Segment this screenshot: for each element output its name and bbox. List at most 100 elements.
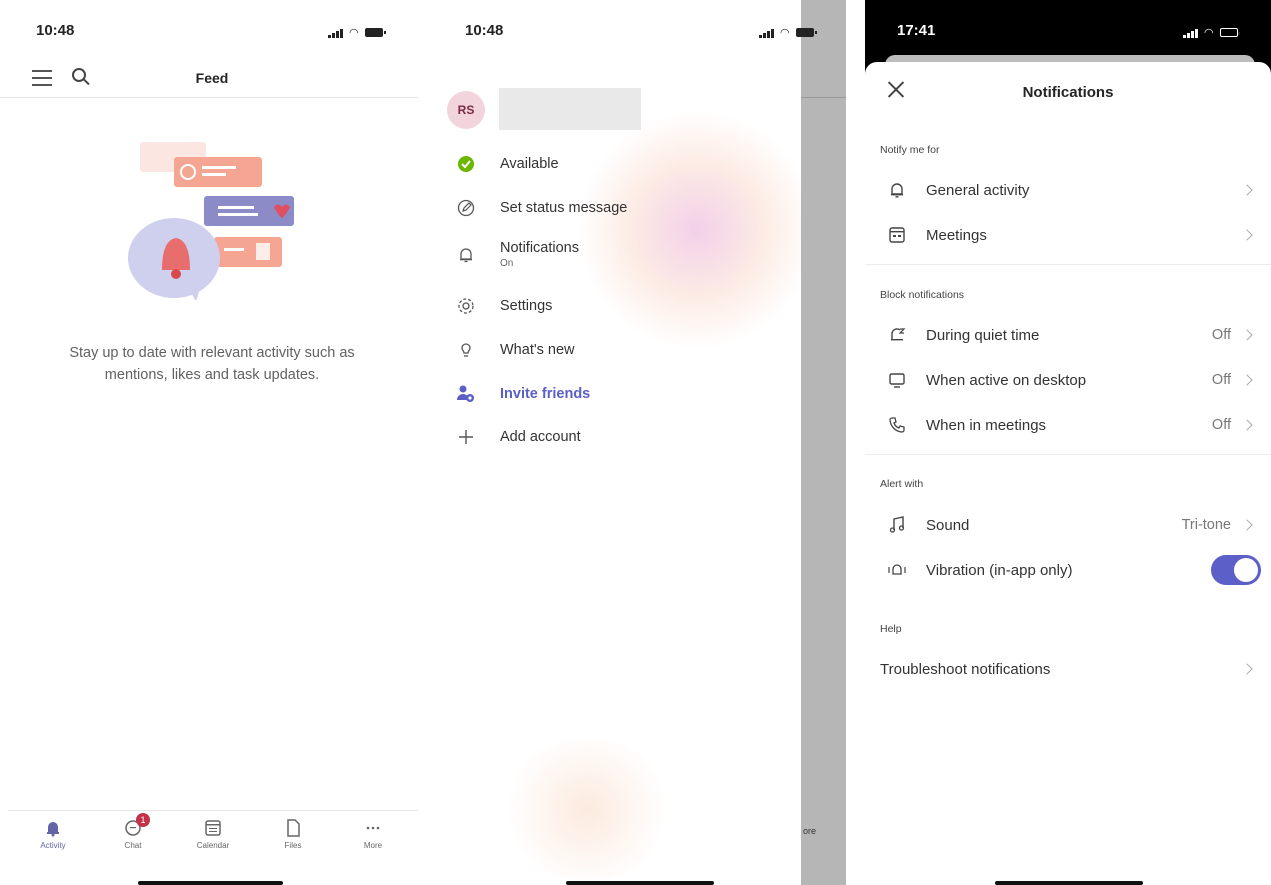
section-header-notify: Notify me for <box>880 144 940 156</box>
row-label: Troubleshoot notifications <box>880 660 1051 678</box>
row-value: Off <box>1211 417 1231 433</box>
gear-icon <box>455 295 477 317</box>
tab-chat[interactable]: 1 Chat <box>108 813 158 870</box>
menu-item-notifications[interactable]: Notifications On <box>455 240 579 269</box>
wifi-icon: ◠ <box>780 27 790 39</box>
section-header-alert: Alert with <box>880 478 924 490</box>
vibration-toggle[interactable] <box>1211 555 1261 585</box>
signal-icon <box>1183 28 1198 38</box>
tab-calendar[interactable]: Calendar <box>188 819 238 870</box>
divider <box>865 454 1271 455</box>
avatar[interactable]: RS <box>447 91 485 129</box>
tab-files[interactable]: Files <box>268 819 318 870</box>
invite-people-icon <box>455 383 477 405</box>
row-label: Vibration (in-app only) <box>926 561 1073 579</box>
notifications-settings-screen: 17:41 ◠ Notifications Notify me for Gene… <box>865 0 1271 885</box>
wifi-icon: ◠ <box>349 27 359 39</box>
row-value: Off <box>1211 372 1231 388</box>
menu-item-set-status[interactable]: Set status message <box>455 197 627 219</box>
signal-icon <box>328 28 343 38</box>
background-more-label: ore <box>803 826 817 836</box>
tab-label: More <box>363 841 383 850</box>
row-label: Meetings <box>926 226 987 244</box>
row-general-activity[interactable]: General activity <box>865 174 1271 206</box>
chevron-right-icon <box>1241 419 1253 431</box>
battery-icon <box>1219 28 1240 37</box>
tab-more[interactable]: More <box>348 819 398 870</box>
wifi-icon: ◠ <box>1204 27 1214 39</box>
row-meetings[interactable]: Meetings <box>865 219 1271 251</box>
edit-status-icon <box>455 197 477 219</box>
quiet-time-bell-icon <box>886 324 908 346</box>
status-time: 10:48 <box>465 22 504 39</box>
row-sound[interactable]: Sound Tri-tone <box>865 509 1271 541</box>
menu-item-settings[interactable]: Settings <box>455 295 552 317</box>
chevron-right-icon <box>1241 329 1253 341</box>
menu-item-invite-friends[interactable]: Invite friends <box>455 383 590 405</box>
row-active-on-desktop[interactable]: When active on desktop Off <box>865 364 1271 396</box>
feed-header: Feed <box>0 62 418 98</box>
row-in-meetings[interactable]: When in meetings Off <box>865 409 1271 441</box>
bottom-tab-bar: Activity 1 Chat Calendar Files More <box>8 810 418 870</box>
row-label: When active on desktop <box>926 371 1087 389</box>
row-label: Sound <box>926 516 970 534</box>
home-indicator <box>995 881 1143 885</box>
menu-item-whats-new[interactable]: What's new <box>455 339 575 361</box>
menu-item-label: Settings <box>500 298 553 314</box>
calendar-icon <box>205 820 221 836</box>
tab-label: Chat <box>124 841 142 850</box>
tab-label: Calendar <box>196 841 230 850</box>
menu-item-label: Add account <box>500 429 581 445</box>
row-value: Off <box>1211 327 1231 343</box>
activity-empty-illustration <box>128 142 294 300</box>
battery-icon <box>795 28 817 37</box>
bell-icon <box>455 244 477 266</box>
tab-activity[interactable]: Activity <box>28 819 78 870</box>
desktop-icon <box>886 369 908 391</box>
bell-icon <box>886 179 908 201</box>
row-vibration: Vibration (in-app only) <box>865 554 1271 586</box>
calendar-icon <box>886 224 908 246</box>
section-header-help: Help <box>880 623 902 635</box>
tab-label: Activity <box>40 841 66 850</box>
status-time: 17:41 <box>897 22 936 39</box>
background-glow <box>497 740 677 880</box>
dimmed-background-screen[interactable]: ore <box>801 0 846 885</box>
page-title: Notifications <box>1022 84 1114 101</box>
row-label: When in meetings <box>926 416 1047 434</box>
page-title: Feed <box>195 70 229 86</box>
tab-label: Files <box>284 841 302 850</box>
section-header-block: Block notifications <box>880 289 965 301</box>
status-icons: ◠ <box>759 26 817 39</box>
vibration-icon <box>886 559 908 581</box>
plus-icon <box>455 426 477 448</box>
phone-icon <box>886 414 908 436</box>
chevron-right-icon <box>1241 374 1253 386</box>
menu-item-label: Invite friends <box>500 386 591 402</box>
bell-icon <box>47 822 59 837</box>
notifications-label: Notifications <box>500 240 579 256</box>
row-troubleshoot[interactable]: Troubleshoot notifications <box>865 653 1271 685</box>
status-icons: ◠ <box>328 26 386 39</box>
notifications-state: On <box>500 258 514 269</box>
menu-item-add-account[interactable]: Add account <box>455 426 581 448</box>
row-label: During quiet time <box>926 326 1040 344</box>
divider <box>865 264 1271 265</box>
menu-item-available[interactable]: Available <box>455 153 559 175</box>
status-icons: ◠ <box>1183 26 1240 39</box>
empty-state-message: Stay up to date with relevant activity s… <box>69 345 355 383</box>
chevron-right-icon <box>1241 184 1253 196</box>
more-icon <box>366 826 380 830</box>
file-icon <box>287 819 300 837</box>
status-time: 10:48 <box>36 22 75 39</box>
available-status-icon <box>455 153 477 175</box>
profile-menu-screen: ore 10:48 ◠ RS Available Set status mess… <box>437 0 846 885</box>
home-indicator <box>138 881 283 885</box>
menu-item-label: Set status message <box>500 200 628 216</box>
background-glow <box>577 110 817 350</box>
row-value: Tri-tone <box>1181 517 1231 533</box>
menu-item-label: What's new <box>500 342 575 358</box>
chat-unread-badge: 1 <box>136 813 150 827</box>
row-quiet-time[interactable]: During quiet time Off <box>865 319 1271 351</box>
menu-item-label: Notifications On <box>500 240 579 269</box>
